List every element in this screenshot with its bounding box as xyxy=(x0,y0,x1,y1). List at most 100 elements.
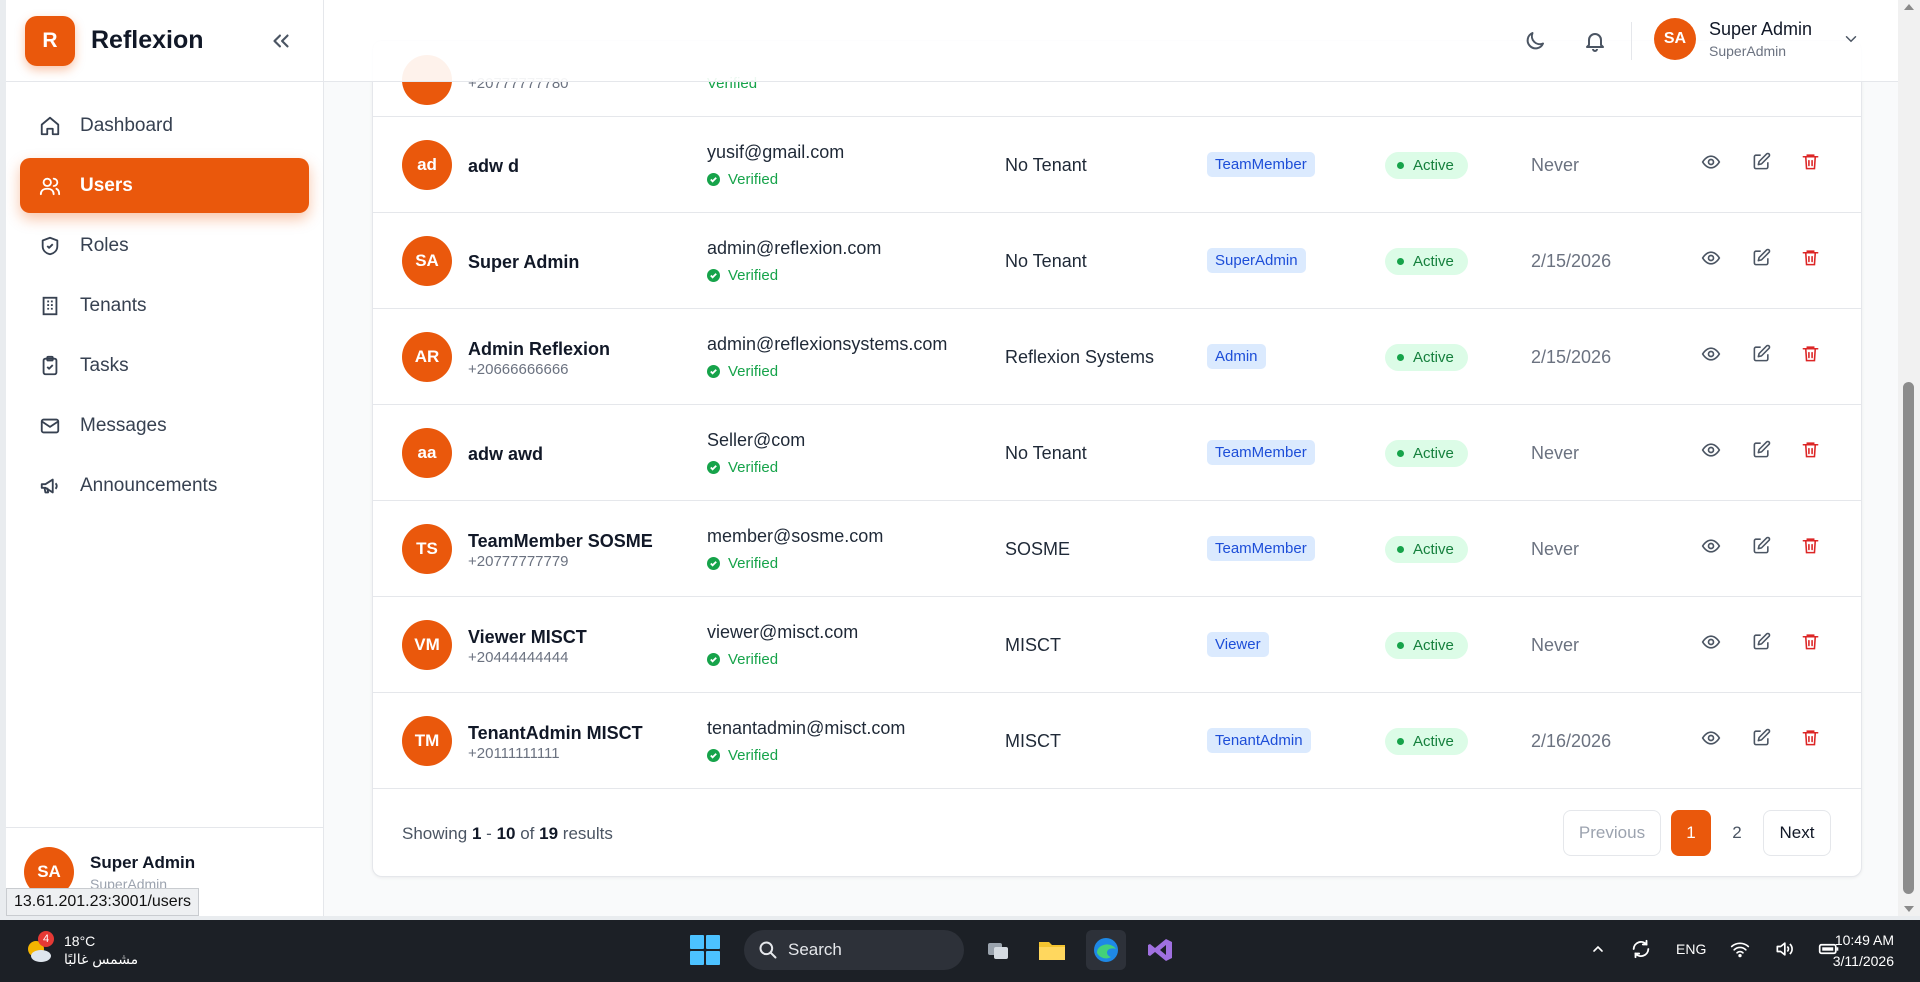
scroll-up-arrow[interactable] xyxy=(1904,4,1914,10)
verified-text: Verified xyxy=(728,651,779,668)
table-row: SA Super Admin admin@reflexion.com Verified… xyxy=(373,213,1861,309)
view-user-button[interactable] xyxy=(1699,248,1723,272)
windows-start-icon[interactable] xyxy=(690,935,720,965)
collapse-sidebar-icon[interactable] xyxy=(268,28,294,54)
last-login: 2/16/2026 xyxy=(1531,731,1612,751)
page-2-button[interactable]: 2 xyxy=(1717,810,1757,856)
results-summary: Showing 1 - 10 of 19 results xyxy=(402,824,613,844)
summary-suffix: results xyxy=(562,824,613,843)
delete-user-button[interactable] xyxy=(1798,536,1822,560)
eye-icon xyxy=(1701,344,1721,369)
brand-name: Reflexion xyxy=(91,26,204,54)
last-login: Never xyxy=(1531,443,1580,463)
view-user-button[interactable] xyxy=(1699,344,1723,368)
user-tenant: SOSME xyxy=(1005,539,1071,559)
view-user-button[interactable] xyxy=(1699,536,1723,560)
view-user-button[interactable] xyxy=(1699,440,1723,464)
sidebar-item-users[interactable]: Users xyxy=(20,158,309,213)
sidebar-item-messages[interactable]: Messages xyxy=(20,398,309,453)
eye-icon xyxy=(1701,536,1721,561)
avatar: AR xyxy=(402,332,452,382)
edit-user-button[interactable] xyxy=(1749,536,1773,560)
avatar: ad xyxy=(402,140,452,190)
sidebar-item-announcements[interactable]: Announcements xyxy=(20,458,309,513)
delete-user-button[interactable] xyxy=(1798,632,1822,656)
delete-user-button[interactable] xyxy=(1798,344,1822,368)
next-page-button[interactable]: Next xyxy=(1763,810,1831,856)
edit-user-button[interactable] xyxy=(1749,248,1773,272)
view-user-button[interactable] xyxy=(1699,152,1723,176)
trash-icon xyxy=(1801,632,1820,656)
avatar: SA xyxy=(402,236,452,286)
users-table-body: ad adw d yusif@gmail.com Verified No Tenant T… xyxy=(373,117,1861,789)
check-circle-icon xyxy=(707,461,720,474)
edit-user-button[interactable] xyxy=(1749,344,1773,368)
view-user-button[interactable] xyxy=(1699,632,1723,656)
edit-user-button[interactable] xyxy=(1749,152,1773,176)
language-indicator[interactable]: ENG xyxy=(1676,941,1706,957)
volume-icon[interactable] xyxy=(1774,939,1794,959)
table-row: ad adw d yusif@gmail.com Verified No Tenant T… xyxy=(373,117,1861,213)
taskbar-search[interactable]: Search xyxy=(744,930,964,970)
check-circle-icon xyxy=(707,269,720,282)
delete-user-button[interactable] xyxy=(1798,728,1822,752)
top-header: SA Super Admin SuperAdmin xyxy=(324,0,1898,82)
edit-user-button[interactable] xyxy=(1749,632,1773,656)
status-dot xyxy=(1397,738,1404,745)
user-email: member@sosme.com xyxy=(707,526,884,546)
avatar: TS xyxy=(402,524,452,574)
file-explorer-icon[interactable] xyxy=(1032,930,1072,970)
user-menu[interactable]: SA Super Admin SuperAdmin xyxy=(1654,18,1860,60)
user-name: Viewer MISCT xyxy=(468,627,587,647)
user-phone: +20777777779 xyxy=(468,553,569,570)
delete-user-button[interactable] xyxy=(1798,152,1822,176)
sidebar-item-label: Roles xyxy=(80,234,129,256)
clock-time: 10:49 AM xyxy=(1834,932,1894,948)
check-circle-icon xyxy=(707,365,720,378)
wifi-icon[interactable] xyxy=(1730,939,1750,959)
notifications-button[interactable] xyxy=(1580,26,1610,56)
sidebar-item-dashboard[interactable]: Dashboard xyxy=(20,98,309,153)
delete-user-button[interactable] xyxy=(1798,248,1822,272)
browser-viewport: R Reflexion Dashboard Users Roles Tenant… xyxy=(6,0,1898,916)
user-name: Admin Reflexion xyxy=(468,339,611,359)
taskbar-clock[interactable]: 10:49 AM 3/11/2026 xyxy=(1833,930,1894,972)
clock-date: 3/11/2026 xyxy=(1832,953,1894,969)
view-user-button[interactable] xyxy=(1699,728,1723,752)
status-badge: Active xyxy=(1385,728,1468,755)
previous-page-button[interactable]: Previous xyxy=(1563,810,1661,856)
user-email: admin@reflexion.com xyxy=(707,238,882,258)
brand-logo[interactable]: R xyxy=(25,15,75,66)
edit-user-button[interactable] xyxy=(1749,728,1773,752)
scroll-down-arrow[interactable] xyxy=(1904,906,1914,912)
search-label: Search xyxy=(788,940,842,959)
sidebar-item-roles[interactable]: Roles xyxy=(20,218,309,273)
edit-user-button[interactable] xyxy=(1749,440,1773,464)
trash-icon xyxy=(1801,152,1820,176)
sidebar-nav: Dashboard Users Roles Tenants Tasks Mess… xyxy=(6,82,323,513)
delete-user-button[interactable] xyxy=(1798,440,1822,464)
weather-widget[interactable]: 4 18°C مشمس غالبًا xyxy=(24,931,138,968)
page-1-button[interactable]: 1 xyxy=(1671,810,1711,856)
trash-icon xyxy=(1801,440,1820,464)
role-badge: TeamMember xyxy=(1207,536,1315,561)
status-badge: Active xyxy=(1385,536,1468,563)
visual-studio-icon[interactable] xyxy=(1140,930,1180,970)
check-circle-icon xyxy=(707,173,720,186)
edge-browser-icon[interactable] xyxy=(1086,930,1126,970)
task-view-icon[interactable] xyxy=(978,930,1018,970)
status-badge: Active xyxy=(1385,248,1468,275)
sidebar-item-tenants[interactable]: Tenants xyxy=(20,278,309,333)
avatar: TM xyxy=(402,716,452,766)
dark-mode-toggle[interactable] xyxy=(1520,26,1550,56)
scrollbar-thumb[interactable] xyxy=(1903,382,1914,894)
status-badge: Active xyxy=(1385,344,1468,371)
sync-icon[interactable] xyxy=(1630,938,1652,960)
moon-icon xyxy=(1526,32,1544,50)
role-badge: Admin xyxy=(1207,344,1266,369)
chevron-up-icon[interactable] xyxy=(1590,941,1606,957)
status-badge: Active xyxy=(1385,632,1468,659)
status-badge: Active xyxy=(1385,152,1468,179)
sidebar-item-tasks[interactable]: Tasks xyxy=(20,338,309,393)
page-scrollbar[interactable] xyxy=(1898,0,1920,916)
